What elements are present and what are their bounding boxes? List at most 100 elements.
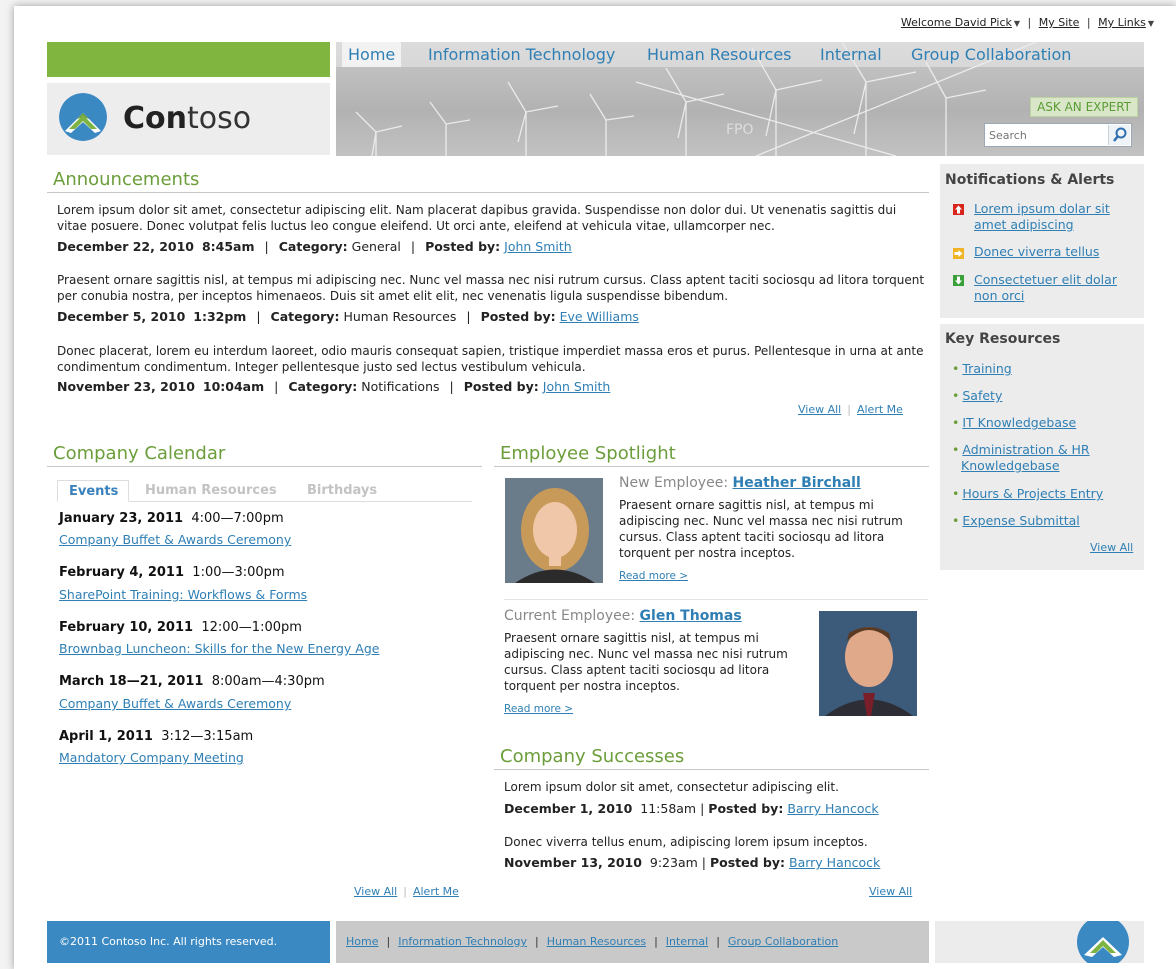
search-box [984, 123, 1132, 147]
heather-birchall-link[interactable]: Heather Birchall [733, 475, 861, 491]
calendar-title: Company Calendar [53, 443, 226, 464]
footer-link-hr[interactable]: Human Resources [547, 935, 646, 948]
spotlight-title: Employee Spotlight [500, 443, 676, 464]
author-link[interactable]: Barry Hancock [787, 801, 878, 816]
announcement-meta: December 22, 2010 8:45am | Category: Gener… [57, 239, 572, 254]
contoso-logo-icon [59, 93, 107, 141]
resource-item: • Safety [952, 388, 1003, 403]
chevron-down-icon[interactable]: ▼ [1148, 19, 1154, 28]
event-link[interactable]: Company Buffet & Awards Ceremony [59, 532, 291, 547]
ask-an-expert-button[interactable]: ASK AN EXPERT [1030, 97, 1138, 117]
top-links: Welcome David Pick ▼ | My Site | My Links… [900, 16, 1154, 29]
footer-link-group[interactable]: Group Collaboration [728, 935, 838, 948]
nav-internal[interactable]: Internal [820, 45, 882, 64]
up-arrow-icon [953, 204, 964, 215]
resource-link-hours[interactable]: Hours & Projects Entry [962, 486, 1103, 501]
nav-information-technology[interactable]: Information Technology [428, 45, 615, 64]
calendar-tabs: Events Human Resources Birthdays [57, 480, 472, 502]
notification-link[interactable]: Lorem ipsum dolar sit amet adipiscing [974, 201, 1134, 233]
author-link[interactable]: John Smith [504, 239, 572, 254]
resources-title: Key Resources [945, 331, 1061, 347]
divider [494, 769, 929, 770]
footer-link-internal[interactable]: Internal [666, 935, 708, 948]
tab-events[interactable]: Events [57, 480, 130, 502]
welcome-menu[interactable]: Welcome David Pick [901, 16, 1012, 29]
my-site-link[interactable]: My Site [1039, 16, 1080, 29]
resource-link-expense[interactable]: Expense Submittal [962, 513, 1079, 528]
event-date: March 18—21, 2011 8:00am—4:30pm [59, 674, 325, 689]
tab-human-resources[interactable]: Human Resources [145, 483, 277, 498]
divider [504, 599, 928, 600]
divider [494, 466, 929, 467]
view-all-link[interactable]: View All [798, 403, 841, 416]
announcements-links: View All | Alert Me [798, 403, 903, 416]
alert-me-link[interactable]: Alert Me [857, 403, 903, 416]
success-text: Donec viverra tellus enum, adipiscing lo… [504, 835, 868, 849]
event-link[interactable]: Company Buffet & Awards Ceremony [59, 696, 291, 711]
chevron-down-icon[interactable]: ▼ [1014, 19, 1020, 28]
current-employee-heading: Current Employee: Glen Thomas [504, 608, 742, 624]
logo-wordmark: Contoso [123, 101, 252, 136]
footer-link-home[interactable]: Home [346, 935, 378, 948]
header-banner: Home Information Technology Human Resour… [336, 42, 1144, 156]
event-date: February 4, 2011 1:00—3:00pm [59, 565, 285, 580]
resource-item: • Administration & HR Knowledgebase [952, 442, 1090, 473]
announcement-meta: December 5, 2010 1:32pm | Category: Human … [57, 309, 639, 324]
event-link[interactable]: Brownbag Luncheon: Skills for the New En… [59, 641, 379, 656]
author-link[interactable]: Barry Hancock [789, 855, 880, 870]
alert-me-link[interactable]: Alert Me [413, 885, 459, 898]
logo[interactable]: Contoso [47, 83, 330, 155]
page: Welcome David Pick ▼ | My Site | My Links… [14, 6, 1176, 969]
heather-birchall-photo [505, 478, 603, 583]
new-employee-heading: New Employee: Heather Birchall [619, 475, 861, 491]
announcement-text: Donec placerat, lorem eu interdum laoree… [57, 344, 924, 374]
tab-birthdays[interactable]: Birthdays [307, 483, 377, 498]
view-all-link[interactable]: View All [1090, 541, 1133, 554]
read-more-link[interactable]: Read more > [504, 703, 573, 715]
announcement-text: Lorem ipsum dolor sit amet, consectetur … [57, 203, 897, 233]
resource-link-admin-hr[interactable]: Administration & HR Knowledgebase [961, 442, 1090, 473]
resource-link-safety[interactable]: Safety [962, 388, 1002, 403]
author-link[interactable]: Eve Williams [560, 309, 639, 324]
view-all-link[interactable]: View All [869, 885, 912, 898]
search-icon [1113, 127, 1127, 142]
footer-copyright: ©2011 Contoso Inc. All rights reserved. [47, 921, 330, 963]
event-date: January 23, 2011 4:00—7:00pm [59, 511, 284, 526]
glen-thomas-photo [819, 611, 917, 716]
resource-item: • Training [952, 361, 1012, 376]
notification-link[interactable]: Donec viverra tellus [974, 244, 1134, 260]
footer-link-it[interactable]: Information Technology [398, 935, 527, 948]
author-link[interactable]: John Smith [543, 379, 611, 394]
event-link[interactable]: Mandatory Company Meeting [59, 750, 244, 765]
nav-human-resources[interactable]: Human Resources [647, 45, 792, 64]
announcement-text: Praesent ornare sagittis nisl, at tempus… [57, 273, 925, 303]
divider [47, 466, 482, 467]
fpo-label: FPO [726, 122, 754, 138]
brand-bar [47, 42, 330, 77]
read-more-link[interactable]: Read more > [619, 570, 688, 582]
my-links-menu[interactable]: My Links [1098, 16, 1146, 29]
success-meta: December 1, 2010 11:58am | Posted by: Ba… [504, 801, 879, 816]
contoso-logo-icon [1077, 921, 1129, 963]
successes-title: Company Successes [500, 746, 685, 767]
current-employee-text: Praesent ornare sagittis nisl, at tempus… [504, 631, 788, 693]
right-arrow-icon [953, 248, 964, 259]
resource-item: • Expense Submittal [952, 513, 1080, 528]
success-meta: November 13, 2010 9:23am | Posted by: Ba… [504, 855, 881, 870]
search-input[interactable] [989, 127, 1101, 143]
notification-link[interactable]: Consectetuer elit dolar non orci [974, 272, 1134, 304]
nav-home[interactable]: Home [342, 42, 402, 67]
event-date: February 10, 2011 12:00—1:00pm [59, 620, 302, 635]
calendar-links: View All | Alert Me [354, 885, 459, 898]
resource-item: • Hours & Projects Entry [952, 486, 1104, 501]
event-link[interactable]: SharePoint Training: Workflows & Forms [59, 587, 307, 602]
footer-logo-area [935, 921, 1144, 963]
view-all-link[interactable]: View All [354, 885, 397, 898]
search-button[interactable] [1108, 125, 1130, 145]
event-date: April 1, 2011 3:12—3:15am [59, 729, 254, 744]
announcements-title: Announcements [53, 169, 200, 190]
resource-link-training[interactable]: Training [962, 361, 1011, 376]
glen-thomas-link[interactable]: Glen Thomas [640, 608, 742, 624]
resource-link-it-knowledgebase[interactable]: IT Knowledgebase [962, 415, 1076, 430]
nav-group-collaboration[interactable]: Group Collaboration [911, 45, 1071, 64]
